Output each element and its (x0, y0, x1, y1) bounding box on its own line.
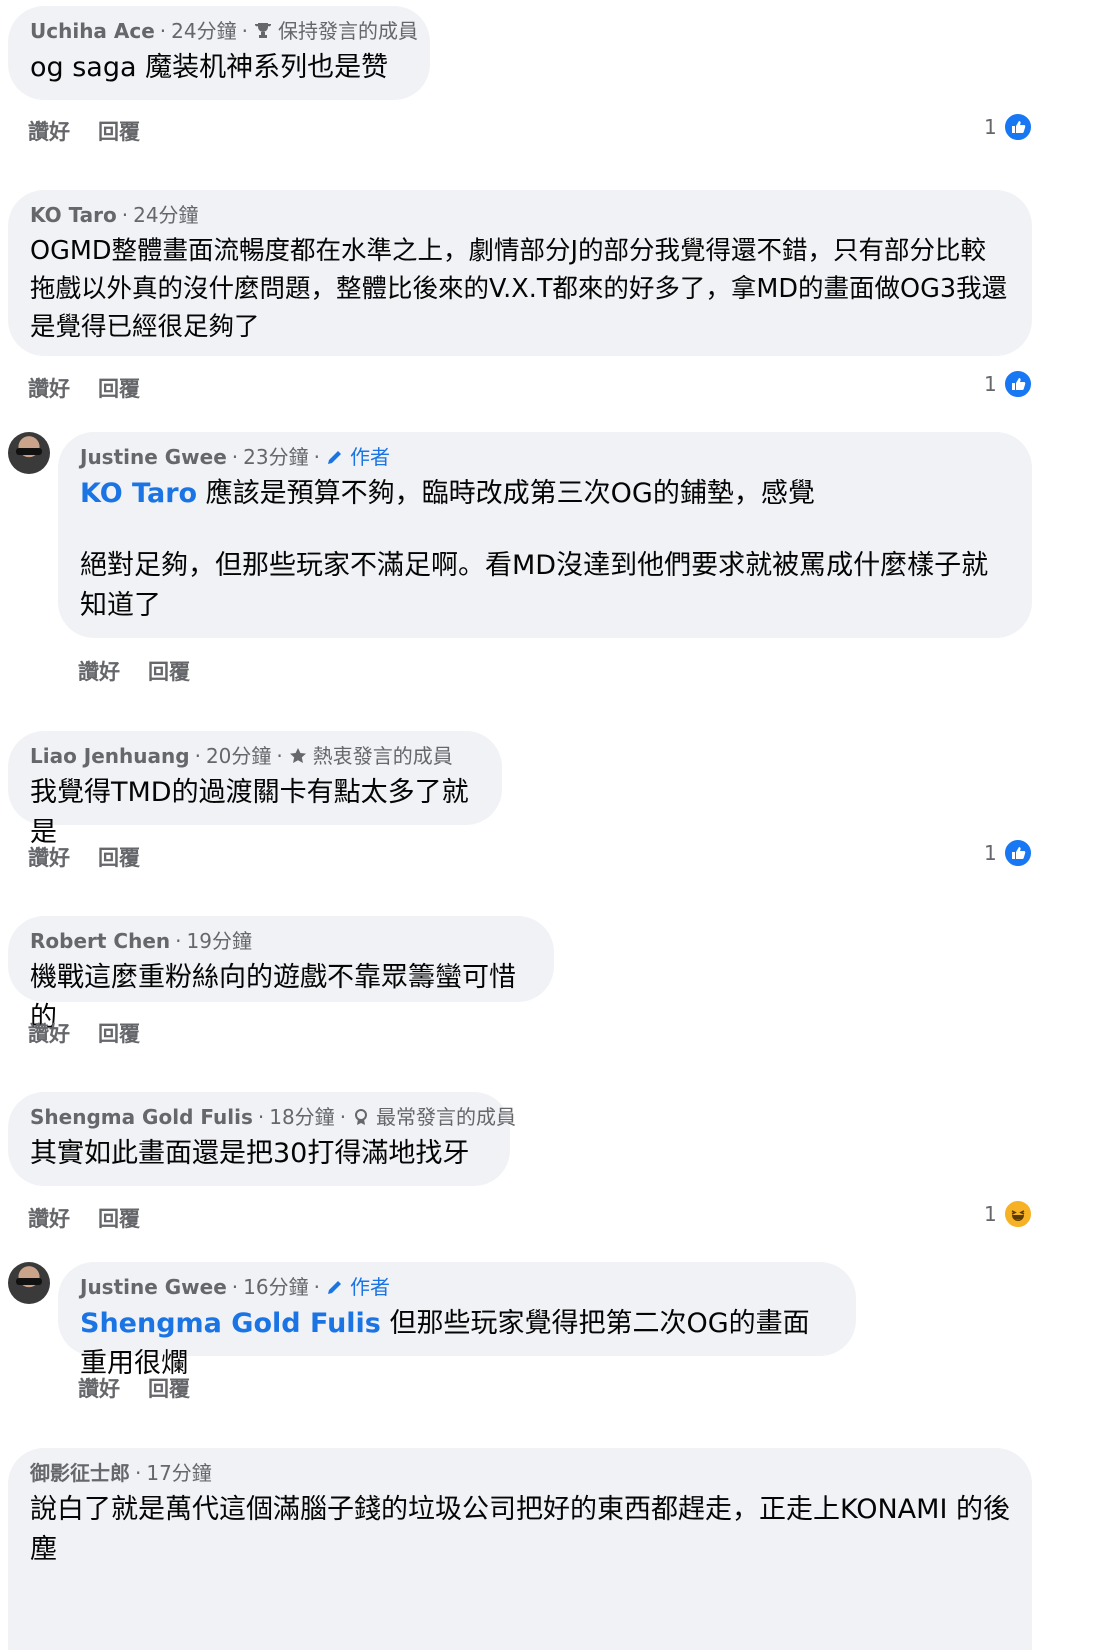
reaction-number: 1 (984, 372, 997, 396)
like-button[interactable]: 讚好 (28, 373, 70, 403)
author-badge[interactable]: 作者 (325, 1274, 390, 1300)
comment-text: 其實如此畫面還是把30打得滿地找牙 (30, 1138, 470, 1169)
comment-actions: 讚好 回覆 (28, 116, 140, 146)
separator-dot: · (175, 929, 182, 953)
reaction-count[interactable]: 1 (984, 1199, 1033, 1229)
comment-text: KO Taro 應該是預算不夠，臨時改成第三次OG的鋪墊，感覺 (80, 474, 1010, 514)
comment-bubble: KO Taro · 24分鐘 OGMD整體畫面流暢度都在水準之上，劇情部分J的部… (8, 190, 1032, 356)
reply-button[interactable]: 回覆 (98, 116, 140, 146)
comment-text: 我覺得TMD的過渡關卡有點太多了就是 (30, 777, 469, 848)
comment-author[interactable]: 御影征士郎 (30, 1460, 130, 1486)
separator-dot: · (313, 445, 320, 469)
like-icon (1002, 838, 1033, 868)
reply-bubble: Justine Gwee · 16分鐘 · 作者 Shengma Gold Fu… (58, 1262, 856, 1379)
separator-dot: · (121, 203, 129, 227)
reply-bubble: Justine Gwee · 23分鐘 · 作者 KO Taro 應該是預算不夠… (58, 432, 1032, 638)
like-button[interactable]: 讚好 (28, 842, 70, 872)
reply-button[interactable]: 回覆 (98, 1203, 140, 1233)
comment-time[interactable]: 17分鐘 (146, 1460, 211, 1486)
like-button[interactable]: 讚好 (28, 1203, 70, 1233)
badge-label: 熱衷發言的成員 (312, 744, 453, 768)
badge-label: 作者 (349, 445, 390, 469)
reply-button[interactable]: 回覆 (98, 1018, 140, 1048)
comment-text: 說白了就是萬代這個滿腦子錢的垃圾公司把好的東西都趕走，正走上KONAMI 的後塵 (30, 1494, 1010, 1565)
like-button[interactable]: 讚好 (28, 116, 70, 146)
comment-author[interactable]: Liao Jenhuang (30, 743, 190, 769)
member-badge[interactable]: 保持發言的成員 (253, 18, 418, 44)
member-badge[interactable]: 最常發言的成員 (351, 1104, 516, 1130)
comment-time[interactable]: 24分鐘 (133, 202, 198, 228)
comment-author[interactable]: Justine Gwee (80, 1274, 227, 1300)
comment-actions: 讚好 回覆 (28, 1018, 140, 1048)
mention-link[interactable]: KO Taro (80, 478, 197, 509)
badge-label: 保持發言的成員 (277, 19, 418, 43)
mention-link[interactable]: Shengma Gold Fulis (80, 1308, 381, 1339)
like-icon (1002, 112, 1033, 142)
like-icon (1002, 369, 1033, 399)
comment-author[interactable]: Justine Gwee (80, 444, 227, 470)
comment-actions: 讚好 回覆 (78, 656, 190, 686)
comment-bubble: 御影征士郎 · 17分鐘 說白了就是萬代這個滿腦子錢的垃圾公司把好的東西都趕走，… (8, 1448, 1032, 1650)
comment-bubble: Robert Chen · 19分鐘 機戰這麼重粉絲向的遊戲不靠眾籌蠻可惜的 (8, 916, 554, 1033)
comment-author[interactable]: KO Taro (30, 202, 117, 228)
comment-time[interactable]: 16分鐘 (243, 1274, 308, 1300)
comment-actions: 讚好 回覆 (28, 373, 140, 403)
badge-label: 作者 (349, 1275, 390, 1299)
comment-time[interactable]: 20分鐘 (206, 743, 271, 769)
haha-icon (1002, 1199, 1033, 1229)
separator-dot: · (276, 744, 283, 768)
comment-time[interactable]: 18分鐘 (269, 1104, 334, 1130)
reaction-number: 1 (984, 1202, 997, 1226)
comment-time[interactable]: 24分鐘 (171, 18, 236, 44)
comment-bubble: Liao Jenhuang · 20分鐘 · 熱衷發言的成員 我覺得TMD的過渡… (8, 731, 502, 848)
reply-button[interactable]: 回覆 (98, 842, 140, 872)
comment-actions: 讚好 回覆 (28, 1203, 140, 1233)
reply-button[interactable]: 回覆 (148, 1373, 190, 1403)
reaction-number: 1 (984, 115, 997, 139)
comment-time[interactable]: 23分鐘 (243, 444, 308, 470)
avatar[interactable] (8, 1262, 50, 1304)
member-badge[interactable]: 熱衷發言的成員 (288, 743, 453, 769)
like-button[interactable]: 讚好 (78, 1373, 120, 1403)
comment-text: og saga 魔装机神系列也是赞 (30, 52, 389, 83)
comment-text-part: 應該是預算不夠，臨時改成第三次OG的鋪墊，感覺 (197, 478, 815, 509)
pencil-icon (327, 451, 341, 464)
like-button[interactable]: 讚好 (78, 656, 120, 686)
comment-bubble: Uchiha Ace · 24分鐘 · 保持發言的成員 og saga 魔装机神… (8, 6, 430, 100)
separator-dot: · (231, 445, 239, 469)
comment-author[interactable]: Uchiha Ace (30, 18, 155, 44)
reaction-count[interactable]: 1 (984, 112, 1033, 142)
badge-label: 最常發言的成員 (376, 1105, 517, 1129)
separator-dot: · (231, 1275, 239, 1299)
comment-actions: 讚好 回覆 (28, 842, 140, 872)
separator-dot: · (194, 744, 201, 768)
comment-bubble: Shengma Gold Fulis · 18分鐘 · 最常發言的成員 其實如此… (8, 1092, 516, 1186)
separator-dot: · (339, 1105, 347, 1129)
comment-author[interactable]: Robert Chen (30, 928, 170, 954)
medal-icon (355, 1109, 368, 1125)
separator-dot: · (241, 19, 248, 43)
comment-author[interactable]: Shengma Gold Fulis (30, 1104, 253, 1130)
trophy-icon (254, 23, 271, 38)
comment-text: Shengma Gold Fulis 但那些玩家覺得把第二次OG的畫面重用很爛 (80, 1304, 834, 1384)
comment-actions: 讚好 回覆 (78, 1373, 190, 1403)
separator-dot: · (135, 1461, 142, 1485)
like-button[interactable]: 讚好 (28, 1018, 70, 1048)
reaction-number: 1 (984, 841, 997, 865)
reaction-count[interactable]: 1 (984, 838, 1033, 868)
separator-dot: · (159, 19, 167, 43)
comment-text: OGMD整體畫面流暢度都在水準之上，劇情部分J的部分我覺得還不錯，只有部分比較拖… (30, 236, 1008, 342)
separator-dot: · (313, 1275, 320, 1299)
reply-button[interactable]: 回覆 (148, 656, 190, 686)
reaction-count[interactable]: 1 (984, 369, 1033, 399)
comment-time[interactable]: 19分鐘 (187, 928, 252, 954)
star-icon (289, 748, 306, 763)
pencil-icon (327, 1281, 341, 1294)
separator-dot: · (257, 1105, 265, 1129)
reply-button[interactable]: 回覆 (98, 373, 140, 403)
comment-text-paragraph: 絕對足夠，但那些玩家不滿足啊。看MD沒達到他們要求就被罵成什麼樣子就知道了 (80, 550, 989, 621)
author-badge[interactable]: 作者 (325, 444, 390, 470)
avatar[interactable] (8, 432, 50, 474)
